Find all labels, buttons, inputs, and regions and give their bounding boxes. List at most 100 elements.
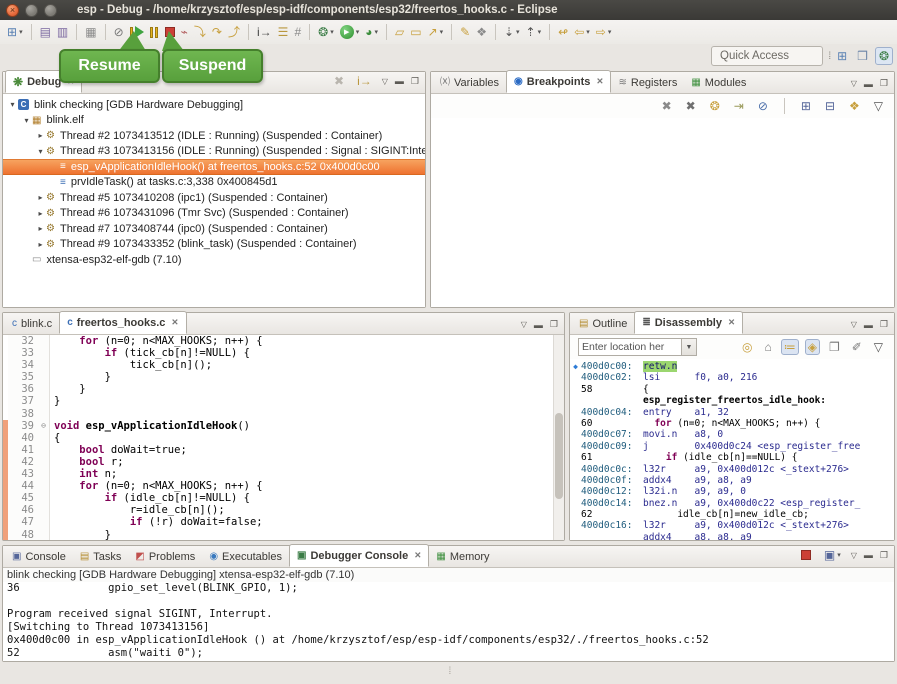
view-menu-icon[interactable]: ▽	[871, 339, 886, 355]
step-over-icon[interactable]: ↷	[209, 24, 225, 40]
minimize-icon[interactable]: ▬	[395, 76, 404, 86]
maximize-icon[interactable]: ❐	[880, 78, 888, 89]
external-tools-icon[interactable]: ↗▾	[425, 24, 447, 40]
tab-tasks[interactable]: ▤Tasks	[73, 546, 129, 567]
tab-debugger-console[interactable]: ▣Debugger Console✕	[289, 544, 429, 567]
maximize-icon[interactable]: ❐	[550, 319, 558, 330]
cpp-perspective-icon[interactable]: ❒	[854, 48, 871, 64]
expander-icon[interactable]: ▸	[35, 131, 46, 140]
view-menu-icon[interactable]: ▽	[851, 320, 857, 329]
expand-all-icon[interactable]: ⊞	[798, 98, 814, 114]
tab-modules[interactable]: ▦Modules	[684, 72, 753, 93]
tree-item[interactable]: ▭xtensa-esp32-elf-gdb (7.10)	[3, 252, 425, 268]
fold-marker[interactable]: ⊖	[38, 420, 50, 432]
open-project-icon[interactable]: ▭	[407, 24, 424, 40]
suspend-icon[interactable]	[147, 25, 162, 40]
show-breakpoints-for-icon[interactable]: ❂	[707, 98, 723, 114]
step-return-icon[interactable]: ⤴	[225, 24, 243, 40]
editor-content[interactable]: 32 for (n=0; n<MAX_HOOKS; n++) {33 if (t…	[3, 335, 564, 540]
view-menu-icon[interactable]: ▽	[851, 79, 857, 88]
tree-item[interactable]: ▸⚙Thread #7 1073408744 (ipc0) (Suspended…	[3, 221, 425, 237]
debug-icon[interactable]: ❂▾	[315, 24, 337, 40]
dropdown-arrow-icon[interactable]: ▾	[440, 28, 444, 36]
instruction-stepping-mode-icon[interactable]: i→	[354, 73, 375, 89]
tree-item[interactable]: ▾Cblink checking [GDB Hardware Debugging…	[3, 97, 425, 113]
quick-access-button[interactable]: Quick Access	[711, 46, 823, 66]
close-button[interactable]: ×	[6, 4, 19, 17]
last-edit-location-icon[interactable]: ↫	[555, 24, 571, 40]
back-icon[interactable]: ⇦▾	[571, 24, 593, 40]
tree-item[interactable]: ▸⚙Thread #5 1073410208 (ipc1) (Suspended…	[3, 190, 425, 206]
tab-blink-c[interactable]: cblink.c	[5, 313, 59, 334]
maximize-icon[interactable]: ❐	[411, 76, 419, 87]
tab-freertos-hooks-c[interactable]: cfreertos_hooks.c✕	[59, 311, 186, 334]
tree-item[interactable]: ▸⚙Thread #2 1073413512 (IDLE : Running) …	[3, 128, 425, 144]
close-icon[interactable]: ✕	[414, 550, 421, 561]
step-into-icon[interactable]: ⤵	[191, 24, 209, 40]
dropdown-arrow-icon[interactable]: ▾	[586, 28, 590, 36]
dropdown-arrow-icon[interactable]: ▾	[538, 28, 542, 36]
tab-disassembly[interactable]: ≣Disassembly✕	[634, 311, 743, 334]
tree-item[interactable]: ▸⚙Thread #6 1073431096 (Tmr Svc) (Suspen…	[3, 206, 425, 222]
close-icon[interactable]: ✕	[171, 317, 178, 328]
dropdown-arrow-icon[interactable]: ▾	[837, 551, 841, 559]
expander-icon[interactable]: ▸	[35, 209, 46, 218]
track-expression-icon[interactable]: ◈	[805, 339, 820, 355]
location-combo[interactable]: Enter location her ▼	[578, 338, 697, 356]
view-menu-icon[interactable]: ▽	[851, 551, 857, 560]
display-selected-console-icon[interactable]: ▣▾	[821, 547, 844, 563]
dropdown-arrow-icon[interactable]: ▾	[19, 28, 23, 36]
tab-registers[interactable]: ≋Registers	[611, 72, 684, 93]
close-icon[interactable]: ✕	[596, 76, 603, 87]
debug-perspective-icon[interactable]: ❂	[875, 47, 893, 65]
expander-icon[interactable]: ▸	[35, 240, 46, 249]
open-perspective-icon[interactable]: ⊞	[834, 48, 850, 64]
expander-icon[interactable]: ▾	[35, 147, 46, 156]
editor-scrollbar[interactable]	[553, 335, 564, 540]
save-as-icon[interactable]: ▦	[82, 24, 99, 40]
coverage-icon[interactable]: ◕▾	[362, 24, 381, 40]
tab-breakpoints[interactable]: ◉Breakpoints✕	[506, 70, 611, 93]
tree-item[interactable]: ▸⚙Thread #9 1073433352 (blink_task) (Sus…	[3, 237, 425, 253]
expander-icon[interactable]: ▾	[7, 100, 18, 109]
drag-handle[interactable]: ⁞	[449, 666, 452, 677]
minimize-icon[interactable]: ▬	[534, 320, 543, 330]
next-annotation-icon[interactable]: ⇣▾	[501, 24, 523, 40]
instruction-stepping-icon[interactable]: i→	[254, 24, 275, 40]
save-icon[interactable]: ▤	[37, 24, 54, 40]
memory-monitor-icon[interactable]: #	[291, 24, 304, 40]
console-content[interactable]: blink checking [GDB Hardware Debugging] …	[3, 568, 894, 661]
view-menu-icon[interactable]: ▽	[871, 98, 886, 114]
run-icon[interactable]: ▶▾	[337, 23, 363, 41]
navigate-to-address-icon[interactable]: ◎	[739, 339, 755, 355]
group-by-icon[interactable]: ❖	[846, 98, 863, 114]
remove-all-breakpoints-icon[interactable]: ✖	[683, 98, 699, 114]
expander-icon[interactable]: ▸	[35, 193, 46, 202]
previous-annotation-icon[interactable]: ⇡▾	[523, 24, 545, 40]
scrollbar-thumb[interactable]	[555, 413, 563, 499]
minimize-icon[interactable]: ▬	[864, 79, 873, 89]
tab-problems[interactable]: ◩Problems	[128, 546, 202, 567]
code-area[interactable]: 32 for (n=0; n<MAX_HOOKS; n++) {33 if (t…	[3, 335, 564, 540]
minimize-icon[interactable]: ▬	[864, 320, 873, 330]
minimize-icon[interactable]: ▬	[864, 550, 873, 560]
tab-outline[interactable]: ▤Outline	[572, 313, 634, 334]
maximize-button[interactable]	[44, 4, 57, 17]
forward-icon[interactable]: ⇨▾	[593, 24, 615, 40]
tree-item[interactable]: ▾⚙Thread #3 1073413156 (IDLE : Running) …	[3, 144, 425, 160]
minimize-button[interactable]	[25, 4, 38, 17]
use-step-filters-icon[interactable]: ☰	[275, 24, 292, 40]
expander-icon[interactable]: ▾	[21, 116, 32, 125]
mark-occurrences-icon[interactable]: ✎	[457, 24, 473, 40]
tab-memory[interactable]: ▦Memory	[429, 546, 496, 567]
expander-icon[interactable]: ▸	[35, 224, 46, 233]
maximize-icon[interactable]: ❐	[880, 319, 888, 330]
disconnect-icon[interactable]: ⌁	[178, 24, 191, 40]
dropdown-arrow-icon[interactable]: ▾	[356, 28, 360, 36]
location-input[interactable]: Enter location her	[578, 338, 682, 356]
view-menu-icon[interactable]: ▽	[382, 77, 388, 86]
open-new-view-icon[interactable]: ❐	[826, 339, 843, 355]
dropdown-arrow-icon[interactable]: ▾	[330, 28, 334, 36]
tree-item[interactable]: ▾▦blink.elf	[3, 113, 425, 129]
tab-variables[interactable]: ⒳Variables	[433, 72, 506, 93]
